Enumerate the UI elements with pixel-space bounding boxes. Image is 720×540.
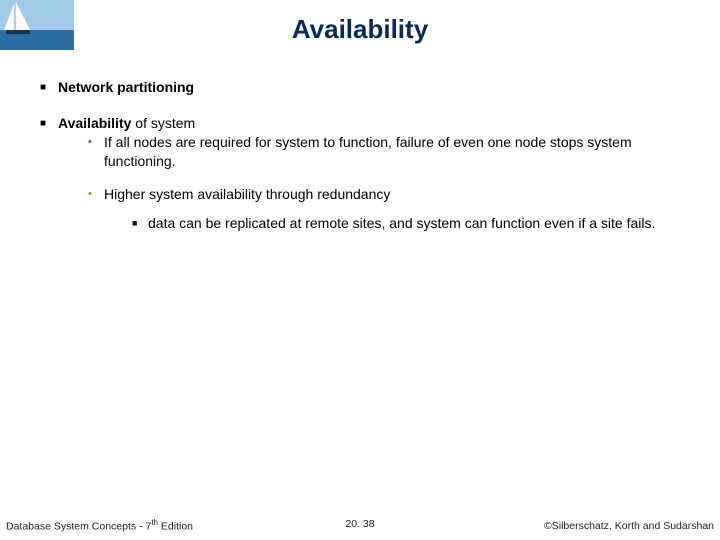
- slide-body: ■ Network partitioning ■ Availability of…: [40, 78, 700, 263]
- subsubbullet-replication: ■ data can be replicated at remote sites…: [132, 214, 700, 233]
- footer-edition-sup: th: [151, 518, 158, 527]
- footer-book-title-b: Edition: [158, 520, 193, 532]
- bullet-network-partitioning: ■ Network partitioning: [40, 78, 700, 98]
- subbullet-redundancy: • Higher system availability through red…: [88, 185, 700, 233]
- subsubbullet-text: data can be replicated at remote sites, …: [148, 214, 700, 233]
- bullet-availability: ■ Availability of system • If all nodes …: [40, 114, 700, 247]
- slide-title: Availability: [0, 14, 720, 45]
- footer-copyright: ©Silberschatz, Korth and Sudarshan: [544, 520, 714, 532]
- bullet-text: Network partitioning: [58, 79, 194, 95]
- footer-book-title-a: Database System Concepts - 7: [6, 520, 151, 532]
- dot-bullet-icon: •: [88, 185, 104, 233]
- slide-footer: Database System Concepts - 7th Edition 2…: [6, 518, 714, 533]
- subbullet-text: If all nodes are required for system to …: [104, 133, 700, 171]
- subbullet-text: Higher system availability through redun…: [104, 186, 390, 202]
- square-bullet-icon: ■: [40, 78, 58, 98]
- bullet-rest: of system: [131, 115, 195, 131]
- footer-left: Database System Concepts - 7th Edition: [6, 518, 193, 533]
- subbullet-all-nodes: • If all nodes are required for system t…: [88, 133, 700, 171]
- square-bullet-icon: ■: [40, 114, 58, 247]
- square-bullet-icon: ■: [132, 214, 148, 233]
- bullet-bold: Availability: [58, 115, 131, 131]
- footer-page-number: 20. 38: [345, 518, 374, 530]
- dot-bullet-icon: •: [88, 133, 104, 171]
